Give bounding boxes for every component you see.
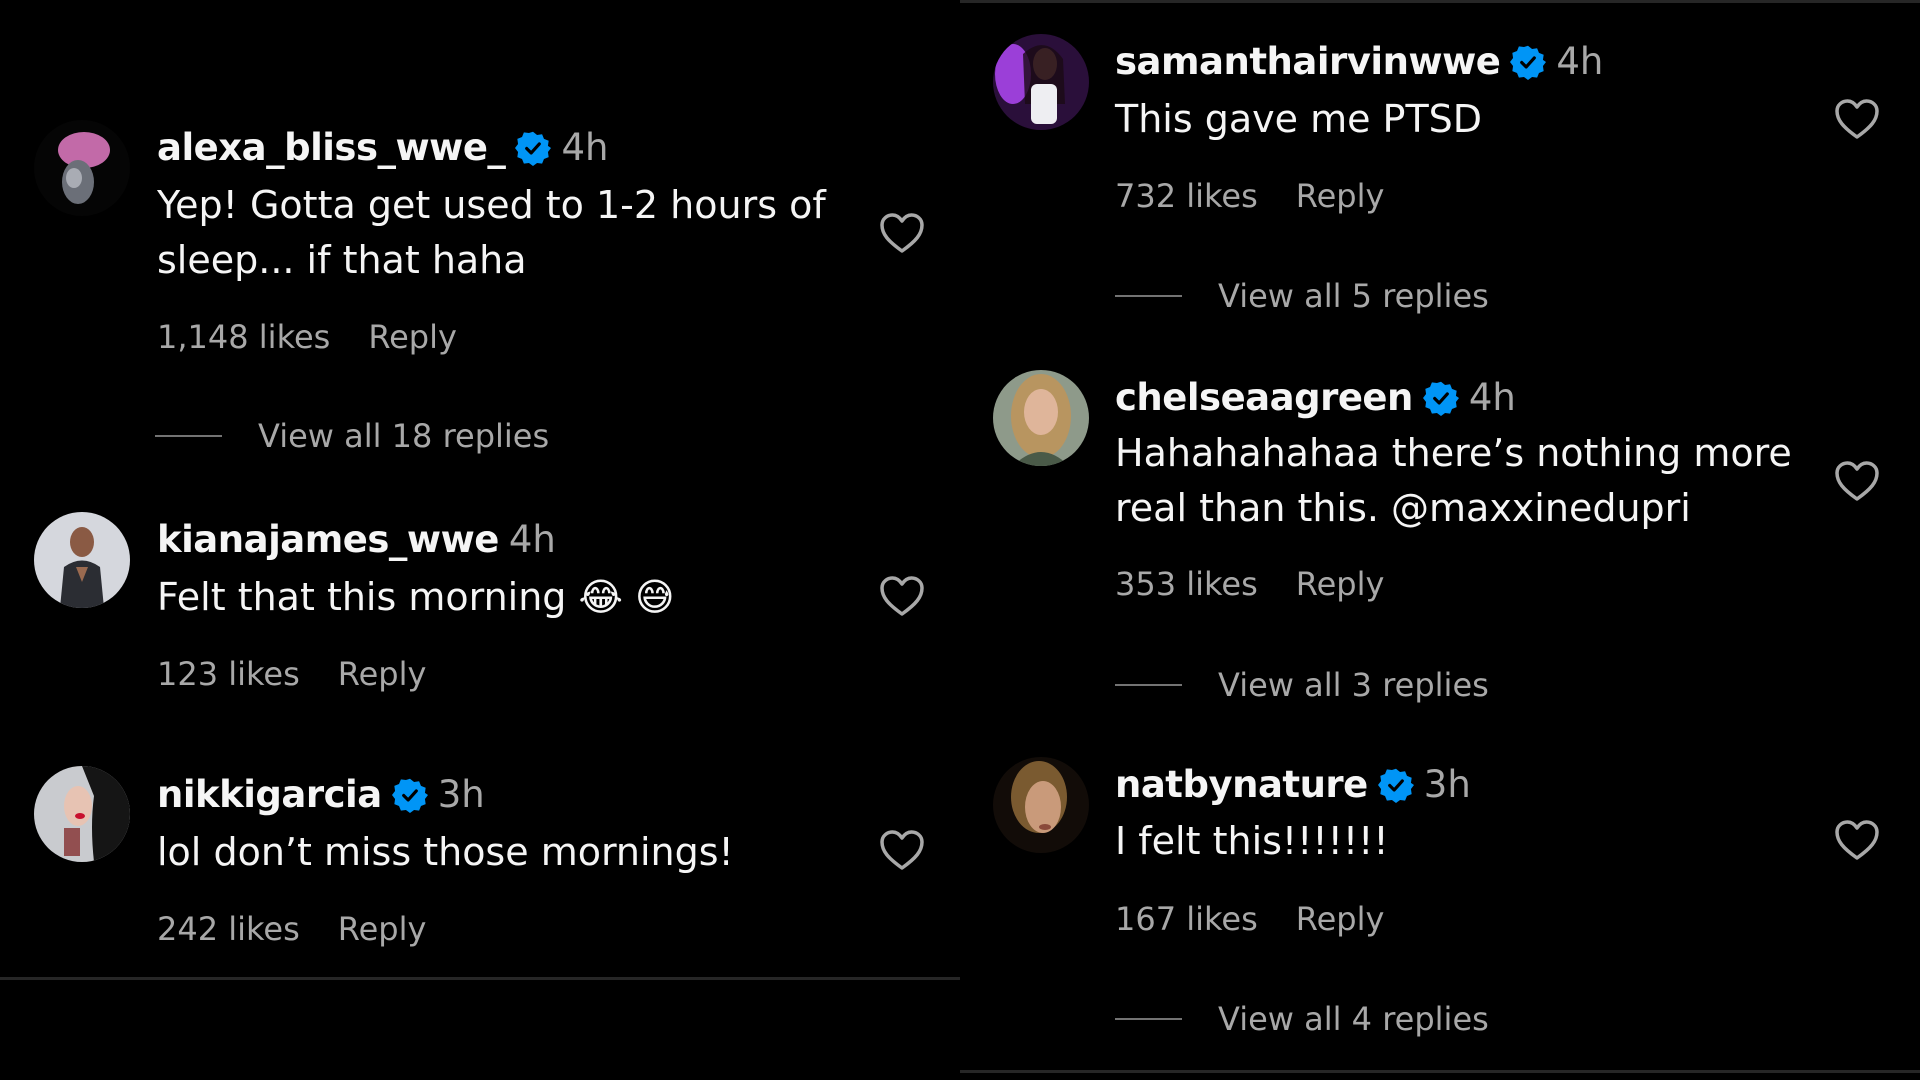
like-button[interactable]: [1833, 97, 1881, 141]
view-replies-label: View all 4 replies: [1218, 1000, 1489, 1038]
like-button[interactable]: [878, 828, 926, 872]
like-button[interactable]: [1833, 459, 1881, 503]
heart-outline-icon: [1835, 461, 1879, 501]
like-button[interactable]: [1833, 818, 1881, 862]
verified-badge-icon: [1510, 44, 1547, 80]
comment-text: Felt that this morning 😂 😅: [157, 570, 857, 625]
heart-outline-icon: [880, 576, 924, 616]
section-divider: [960, 1070, 1920, 1073]
timestamp: 4h: [508, 518, 556, 561]
view-replies-label: View all 3 replies: [1218, 666, 1489, 704]
reply-button[interactable]: Reply: [1296, 900, 1385, 938]
comment-text: Hahahahahaa there’s nothing more real th…: [1115, 426, 1815, 536]
view-replies-button[interactable]: View all 18 replies: [155, 417, 549, 455]
comment-text-line: Felt that this morning 😂 😅: [157, 575, 675, 619]
avatar[interactable]: [993, 34, 1089, 130]
verified-badge-icon: [1377, 767, 1414, 803]
timestamp: 4h: [561, 126, 609, 169]
comment-text: I felt this!!!!!!!: [1115, 814, 1815, 869]
heart-outline-icon: [1835, 820, 1879, 860]
like-button[interactable]: [878, 574, 926, 618]
comment-text-line: lol don’t miss those mornings!: [157, 830, 734, 874]
like-count: 167 likes: [1115, 900, 1258, 938]
verified-badge-icon: [391, 777, 428, 813]
like-count: 242 likes: [157, 910, 300, 948]
username[interactable]: alexa_bliss_wwe_: [157, 126, 506, 169]
like-button[interactable]: [878, 211, 926, 255]
reply-button[interactable]: Reply: [1296, 177, 1385, 215]
comment-text-line: real than this. @maxxinedupri: [1115, 486, 1691, 530]
reply-button[interactable]: Reply: [368, 318, 457, 356]
like-count: 123 likes: [157, 655, 300, 693]
reply-button[interactable]: Reply: [338, 655, 427, 693]
comment-text-line: sleep... if that haha: [157, 238, 527, 282]
heart-outline-icon: [1835, 99, 1879, 139]
comment-text-line: Hahahahahaa there’s nothing more: [1115, 431, 1792, 475]
verified-badge-icon: [1422, 380, 1459, 416]
avatar[interactable]: [993, 370, 1089, 466]
like-count: 732 likes: [1115, 177, 1258, 215]
avatar[interactable]: [34, 120, 130, 216]
view-replies-button[interactable]: View all 3 replies: [1115, 666, 1489, 704]
timestamp: 3h: [1423, 763, 1471, 806]
like-count: 1,148 likes: [157, 318, 331, 356]
username[interactable]: kianajames_wwe: [157, 518, 499, 561]
view-replies-label: View all 5 replies: [1218, 277, 1489, 315]
timestamp: 4h: [1468, 376, 1516, 419]
view-replies-label: View all 18 replies: [258, 417, 550, 455]
comment-text: This gave me PTSD: [1115, 92, 1815, 147]
heart-outline-icon: [880, 830, 924, 870]
replies-line-divider: [155, 435, 222, 437]
comment-text: Yep! Gotta get used to 1-2 hours of slee…: [157, 178, 857, 288]
username[interactable]: samanthairvinwwe: [1115, 40, 1501, 83]
verified-badge-icon: [515, 130, 552, 166]
like-count: 353 likes: [1115, 565, 1258, 603]
comment-text-line: This gave me PTSD: [1115, 97, 1483, 141]
replies-line-divider: [1115, 684, 1182, 686]
comments-column-left: alexa_bliss_wwe_ 4h Yep! Gotta get used …: [0, 0, 960, 1080]
replies-line-divider: [1115, 295, 1182, 297]
section-divider: [0, 977, 960, 980]
comments-column-right: samanthairvinwwe 4h This gave me PTSD 73…: [960, 0, 1920, 1080]
reply-button[interactable]: Reply: [1296, 565, 1385, 603]
comment-text-line: Yep! Gotta get used to 1-2 hours of: [157, 183, 826, 227]
comment-text-line: I felt this!!!!!!!: [1115, 819, 1389, 863]
timestamp: 3h: [437, 773, 485, 816]
view-replies-button[interactable]: View all 5 replies: [1115, 277, 1489, 315]
username[interactable]: nikkigarcia: [157, 773, 382, 816]
reply-button[interactable]: Reply: [338, 910, 427, 948]
view-replies-button[interactable]: View all 4 replies: [1115, 1000, 1489, 1038]
avatar[interactable]: [34, 766, 130, 862]
username[interactable]: natbynature: [1115, 763, 1368, 806]
avatar[interactable]: [993, 757, 1089, 853]
heart-outline-icon: [880, 213, 924, 253]
avatar[interactable]: [34, 512, 130, 608]
comment-text: lol don’t miss those mornings!: [157, 825, 857, 880]
timestamp: 4h: [1556, 40, 1604, 83]
username[interactable]: chelseaagreen: [1115, 376, 1413, 419]
replies-line-divider: [1115, 1018, 1182, 1020]
